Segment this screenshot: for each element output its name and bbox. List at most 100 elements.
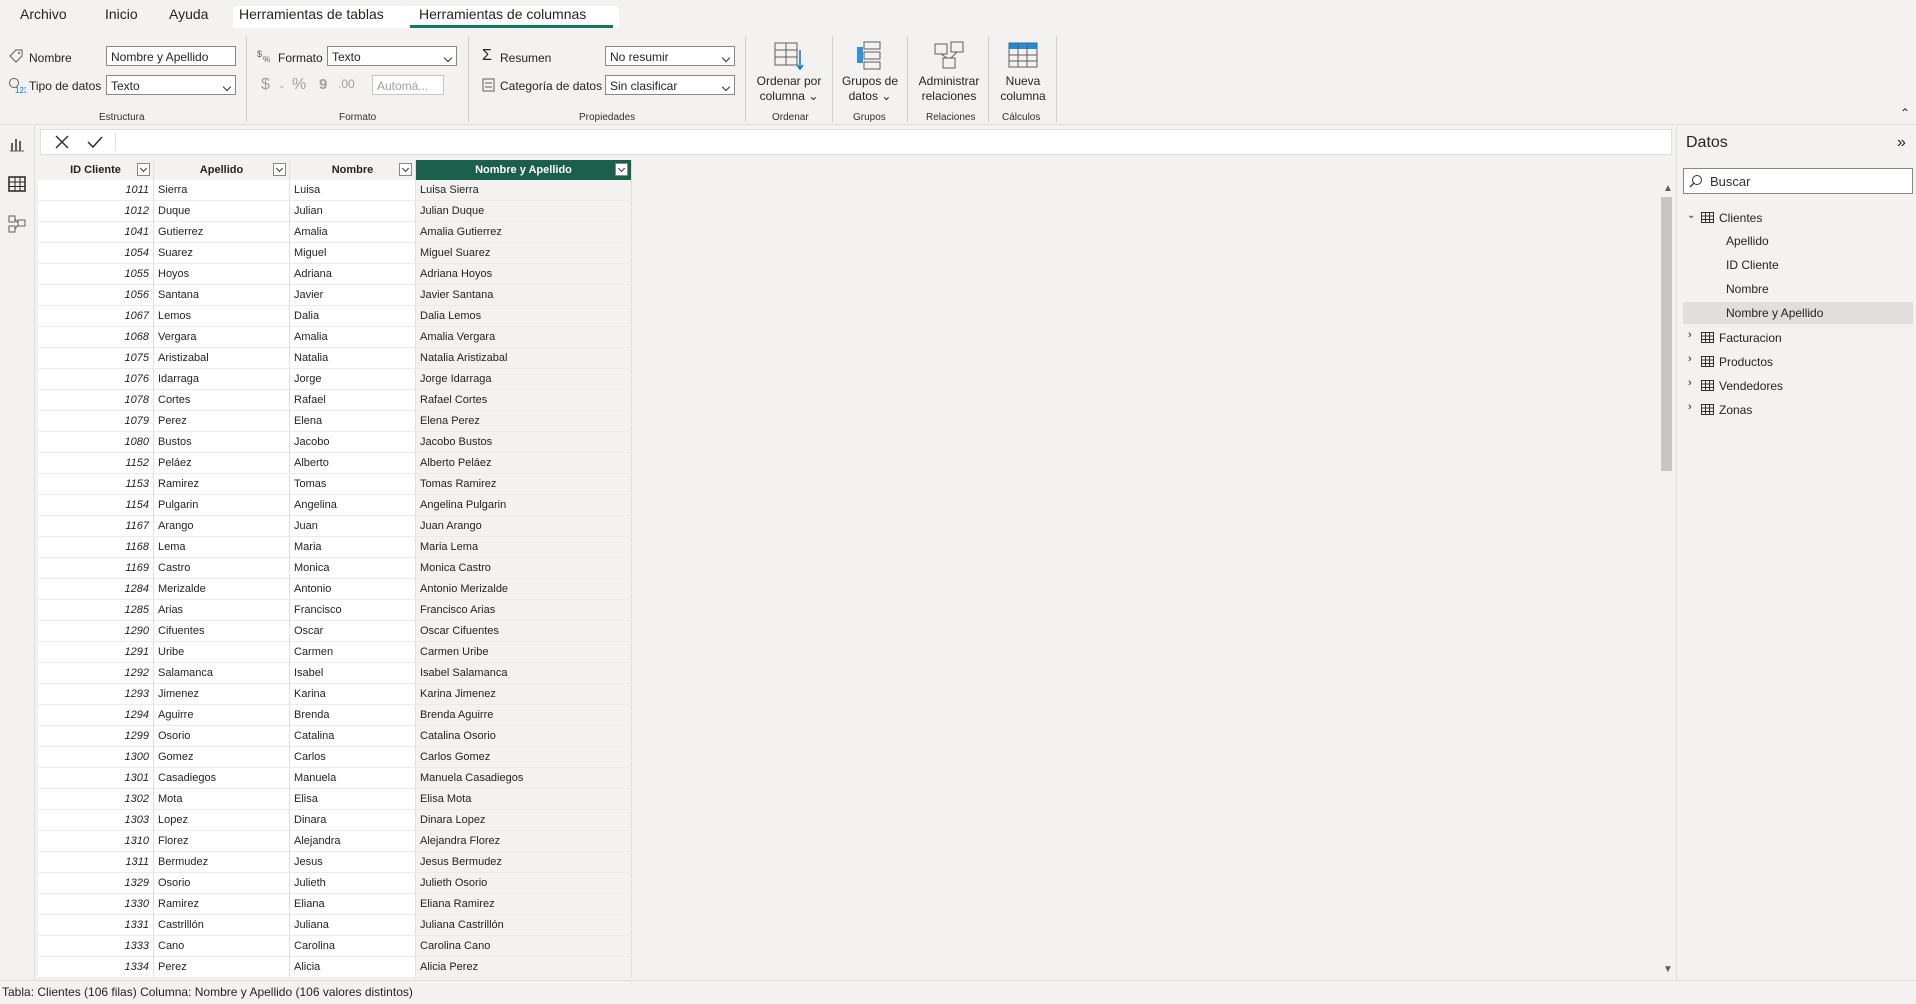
filter-dropdown-icon[interactable] (273, 163, 286, 176)
table-cell[interactable]: 1054 (38, 242, 154, 264)
table-cell[interactable]: 1153 (38, 473, 154, 495)
table-cell[interactable]: Rafael (289, 389, 416, 411)
table-cell[interactable]: Bermudez (153, 851, 290, 873)
table-cell[interactable]: Florez (153, 830, 290, 852)
table-cell[interactable]: 1301 (38, 767, 154, 789)
chevron-right-icon[interactable]: › (1688, 401, 1692, 413)
table-cell[interactable]: Alejandra Florez (415, 830, 632, 852)
table-cell[interactable]: 1329 (38, 872, 154, 894)
column-header-id-cliente[interactable]: ID Cliente (38, 160, 154, 180)
table-cell[interactable]: Dinara (289, 809, 416, 831)
table-cell[interactable]: Karina (289, 683, 416, 705)
table-cell[interactable]: Francisco (289, 599, 416, 621)
table-cell[interactable]: Osorio (153, 725, 290, 747)
table-cell[interactable]: Amalia Vergara (415, 326, 632, 348)
table-cell[interactable]: 1290 (38, 620, 154, 642)
table-cell[interactable]: 1302 (38, 788, 154, 810)
chevron-down-icon[interactable]: ⌄ (278, 80, 286, 91)
table-cell[interactable]: Cortes (153, 389, 290, 411)
table-cell[interactable]: Castrillón (153, 914, 290, 936)
table-cell[interactable]: Julian Duque (415, 200, 632, 222)
table-cell[interactable]: 1333 (38, 935, 154, 957)
table-cell[interactable]: Eliana (289, 893, 416, 915)
table-cell[interactable]: Amalia Gutierrez (415, 221, 632, 243)
table-cell[interactable]: Natalia (289, 347, 416, 369)
table-cell[interactable]: 1303 (38, 809, 154, 831)
table-cell[interactable]: Antonio Merizalde (415, 578, 632, 600)
table-cell[interactable]: Dalia Lemos (415, 305, 632, 327)
table-cell[interactable]: Brenda Aguirre (415, 704, 632, 726)
table-cell[interactable]: Santana (153, 284, 290, 306)
table-cell[interactable]: Carolina Cano (415, 935, 632, 957)
table-cell[interactable]: 1292 (38, 662, 154, 684)
table-cell[interactable]: Julieth (289, 872, 416, 894)
table-cell[interactable]: Manuela Casadiegos (415, 767, 632, 789)
chevron-right-icon[interactable]: › (1688, 329, 1692, 341)
table-cell[interactable]: Cano (153, 935, 290, 957)
table-cell[interactable]: Jimenez (153, 683, 290, 705)
table-cell[interactable]: Merizalde (153, 578, 290, 600)
table-cell[interactable]: Arango (153, 515, 290, 537)
table-cell[interactable]: Isabel Salamanca (415, 662, 632, 684)
chevron-down-icon[interactable]: ⌄ (1687, 210, 1695, 221)
filter-dropdown-icon[interactable] (615, 163, 628, 176)
table-cell[interactable]: Cifuentes (153, 620, 290, 642)
collapse-pane-icon[interactable]: » (1897, 134, 1906, 152)
table-cell[interactable]: 1330 (38, 893, 154, 915)
table-cell[interactable]: Carlos (289, 746, 416, 768)
table-cell[interactable]: Aguirre (153, 704, 290, 726)
table-cell[interactable]: Julieth Osorio (415, 872, 632, 894)
data-groups-button[interactable]: Grupos de datos ⌄ (836, 40, 904, 104)
table-cell[interactable]: Alberto (289, 452, 416, 474)
tab-archivo[interactable]: Archivo (16, 6, 71, 28)
manage-relationships-button[interactable]: Administrar relaciones (910, 40, 988, 104)
table-cell[interactable]: Angelina (289, 494, 416, 516)
table-cell[interactable]: Catalina Osorio (415, 725, 632, 747)
tipo-datos-dropdown[interactable]: Texto (106, 75, 236, 95)
table-cell[interactable]: Adriana (289, 263, 416, 285)
table-cell[interactable]: Angelina Pulgarin (415, 494, 632, 516)
field-item[interactable]: Nombre (1701, 278, 1916, 300)
table-cell[interactable]: Ramirez (153, 473, 290, 495)
table-cell[interactable]: Jorge (289, 368, 416, 390)
table-cell[interactable]: Lemos (153, 305, 290, 327)
table-cell[interactable]: 1311 (38, 851, 154, 873)
tab-ayuda[interactable]: Ayuda (165, 6, 212, 28)
table-cell[interactable]: Hoyos (153, 263, 290, 285)
table-cell[interactable]: Casadiegos (153, 767, 290, 789)
table-cell[interactable]: Perez (153, 410, 290, 432)
table-cell[interactable]: Lema (153, 536, 290, 558)
collapse-ribbon-icon[interactable]: ⌃ (1900, 106, 1910, 120)
table-cell[interactable]: 1300 (38, 746, 154, 768)
table-cell[interactable]: 1169 (38, 557, 154, 579)
table-cell[interactable]: 1080 (38, 431, 154, 453)
table-cell[interactable]: 1079 (38, 410, 154, 432)
field-item[interactable]: ID Cliente (1701, 254, 1916, 276)
table-cell[interactable]: Peláez (153, 452, 290, 474)
comma-button[interactable]: 9 (319, 76, 327, 93)
new-column-button[interactable]: Nueva columna (992, 40, 1054, 104)
table-cell[interactable]: Rafael Cortes (415, 389, 632, 411)
table-cell[interactable]: 1152 (38, 452, 154, 474)
table-cell[interactable]: 1167 (38, 515, 154, 537)
table-cell[interactable]: Luisa Sierra (415, 180, 632, 201)
table-cell[interactable]: Bustos (153, 431, 290, 453)
table-cell[interactable]: Jesus (289, 851, 416, 873)
currency-button[interactable]: $ (261, 76, 270, 94)
table-cell[interactable]: Miguel Suarez (415, 242, 632, 264)
table-cell[interactable]: 1154 (38, 494, 154, 516)
table-cell[interactable]: Carlos Gomez (415, 746, 632, 768)
table-cell[interactable]: 1294 (38, 704, 154, 726)
categoria-dropdown[interactable]: Sin clasificar (605, 75, 735, 95)
table-cell[interactable]: Perez (153, 956, 290, 978)
table-cell[interactable]: Carmen (289, 641, 416, 663)
table-cell[interactable]: 1012 (38, 200, 154, 222)
table-cell[interactable]: 1067 (38, 305, 154, 327)
table-cell[interactable]: 1334 (38, 956, 154, 978)
table-cell[interactable]: 1285 (38, 599, 154, 621)
table-cell[interactable]: Javier (289, 284, 416, 306)
table-cell[interactable]: 1293 (38, 683, 154, 705)
table-cell[interactable]: Vergara (153, 326, 290, 348)
table-view-icon[interactable] (7, 174, 27, 194)
table-cell[interactable]: Maria (289, 536, 416, 558)
